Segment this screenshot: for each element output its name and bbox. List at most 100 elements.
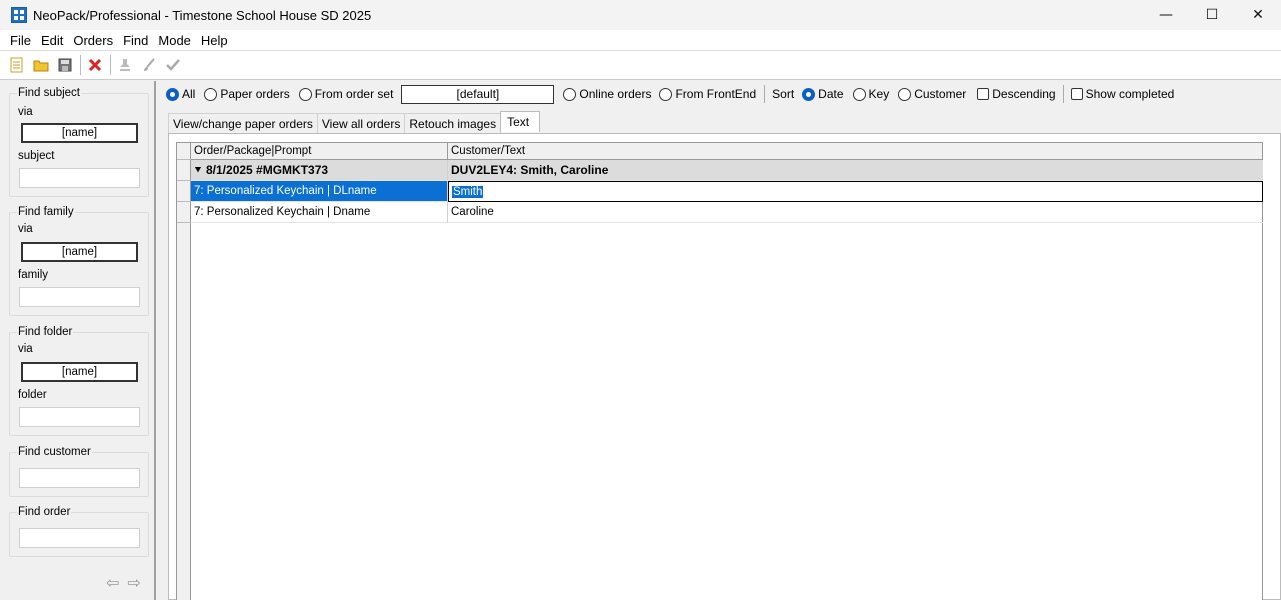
find-folder-field-label: folder bbox=[18, 389, 47, 401]
filter-paper-orders-option[interactable]: Paper orders bbox=[204, 87, 290, 101]
row-prompt[interactable]: 7: Personalized Keychain | DLname bbox=[191, 181, 448, 202]
sort-customer-option[interactable]: Customer bbox=[898, 87, 966, 101]
row-prompt[interactable]: 7: Personalized Keychain | Dname bbox=[191, 202, 448, 223]
sort-customer-label: Customer bbox=[914, 87, 967, 101]
family-input[interactable] bbox=[19, 287, 140, 307]
find-family-field-label: family bbox=[18, 269, 49, 281]
descending-checkbox[interactable] bbox=[977, 88, 990, 100]
filter-paper-orders-label: Paper orders bbox=[220, 87, 290, 101]
find-family-group: Find family via [name] family bbox=[9, 206, 149, 316]
filter-all-option[interactable]: All bbox=[166, 87, 195, 101]
menu-mode[interactable]: Mode bbox=[153, 33, 196, 48]
filter-from-frontend-label: From FrontEnd bbox=[675, 87, 757, 101]
row-text[interactable]: Caroline bbox=[448, 202, 1263, 223]
row-text-selected[interactable]: Smith bbox=[452, 185, 484, 198]
sort-key-option[interactable]: Key bbox=[852, 87, 889, 101]
find-subject-via-button[interactable]: [name] bbox=[21, 123, 138, 143]
checkmark-icon[interactable] bbox=[164, 56, 182, 74]
toolbar-separator bbox=[80, 55, 81, 75]
open-icon[interactable] bbox=[32, 56, 50, 74]
sort-date-label: Date bbox=[818, 87, 844, 101]
sort-date-option[interactable]: Date bbox=[802, 87, 844, 101]
filter-online-orders-radio[interactable] bbox=[563, 87, 577, 101]
sort-label: Sort bbox=[772, 87, 795, 101]
order-group-customer: DUV2LEY4: Smith, Caroline bbox=[448, 160, 1263, 181]
table-row[interactable]: 7: Personalized Keychain | Dname Carolin… bbox=[191, 202, 1263, 223]
toolbar-separator bbox=[110, 55, 111, 75]
find-customer-group: Find customer bbox=[9, 446, 149, 497]
filter-from-frontend-radio[interactable] bbox=[659, 87, 673, 101]
menu-bar: File Edit Orders Find Mode Help bbox=[0, 30, 1281, 50]
filter-from-order-set-option[interactable]: From order set bbox=[298, 87, 394, 101]
filter-online-orders-label: Online orders bbox=[579, 87, 652, 101]
menu-find[interactable]: Find bbox=[118, 33, 153, 48]
new-icon[interactable] bbox=[8, 56, 26, 74]
show-completed-checkbox[interactable] bbox=[1070, 88, 1083, 100]
tab-view-all-orders[interactable]: View all orders bbox=[316, 113, 406, 133]
find-order-group: Find order bbox=[9, 506, 149, 557]
show-completed-option[interactable]: Show completed bbox=[1070, 87, 1174, 101]
maximize-button[interactable]: ☐ bbox=[1189, 0, 1235, 30]
order-set-dropdown[interactable]: [default] bbox=[401, 84, 555, 104]
filter-all-label: All bbox=[182, 87, 196, 101]
row-header-corner bbox=[177, 143, 191, 160]
row-header[interactable] bbox=[177, 181, 191, 202]
table-row[interactable]: 7: Personalized Keychain | DLname Smith bbox=[191, 181, 1263, 202]
column-header-order-package-prompt[interactable]: Order/Package|Prompt bbox=[191, 143, 448, 160]
order-group-cell[interactable]: ⯆ 8/1/2025 #MGMKT373 bbox=[191, 160, 448, 181]
delete-icon[interactable] bbox=[86, 56, 104, 74]
menu-orders[interactable]: Orders bbox=[68, 33, 118, 48]
back-arrow-icon[interactable]: ⇦ bbox=[106, 573, 119, 592]
close-button[interactable]: ✕ bbox=[1235, 0, 1281, 30]
sort-customer-radio[interactable] bbox=[898, 87, 912, 101]
text-tab-panel: Order/Package|Prompt Customer/Text ⯆ 8/1… bbox=[168, 133, 1281, 600]
filter-from-order-set-label: From order set bbox=[314, 87, 394, 101]
sort-key-radio[interactable] bbox=[852, 87, 866, 101]
row-header[interactable] bbox=[177, 202, 191, 223]
menu-edit[interactable]: Edit bbox=[36, 33, 68, 48]
find-subject-via-label: via bbox=[18, 106, 33, 118]
sort-date-radio[interactable] bbox=[802, 87, 816, 101]
filter-from-order-set-radio[interactable] bbox=[298, 87, 312, 101]
row-header-column bbox=[177, 143, 191, 600]
order-group-label: 8/1/2025 #MGMKT373 bbox=[206, 163, 329, 177]
title-bar: NeoPack/Professional - Timestone School … bbox=[0, 0, 1281, 30]
subject-input[interactable] bbox=[19, 168, 140, 188]
filter-all-radio[interactable] bbox=[166, 87, 179, 101]
menu-file[interactable]: File bbox=[5, 33, 36, 48]
find-family-via-button[interactable]: [name] bbox=[21, 242, 138, 262]
tab-view-change-paper-orders[interactable]: View/change paper orders bbox=[168, 113, 318, 133]
column-header-customer-text[interactable]: Customer/Text bbox=[448, 143, 1263, 160]
folder-input[interactable] bbox=[19, 407, 140, 427]
find-folder-via-label: via bbox=[18, 343, 33, 355]
order-input[interactable] bbox=[19, 528, 140, 548]
find-folder-group: Find folder via [name] folder bbox=[9, 326, 149, 436]
find-family-title: Find family bbox=[17, 206, 75, 218]
find-family-via-label: via bbox=[18, 223, 33, 235]
row-header[interactable] bbox=[177, 160, 191, 181]
filter-from-frontend-option[interactable]: From FrontEnd bbox=[659, 87, 756, 101]
find-folder-via-button[interactable]: [name] bbox=[21, 362, 138, 382]
save-icon[interactable] bbox=[56, 56, 74, 74]
find-order-title: Find order bbox=[17, 506, 72, 518]
descending-label: Descending bbox=[992, 87, 1056, 101]
minimize-button[interactable]: — bbox=[1143, 0, 1189, 30]
brush-icon[interactable] bbox=[140, 56, 158, 74]
collapse-arrow-icon[interactable]: ⯆ bbox=[194, 165, 202, 176]
nav-arrows: ⇦ ⇨ bbox=[106, 573, 141, 592]
find-subject-title: Find subject bbox=[17, 87, 82, 99]
customer-input[interactable] bbox=[19, 468, 140, 488]
tab-retouch-images[interactable]: Retouch images bbox=[404, 113, 502, 133]
window-title: NeoPack/Professional - Timestone School … bbox=[33, 7, 372, 23]
forward-arrow-icon[interactable]: ⇨ bbox=[127, 573, 140, 592]
filter-online-orders-option[interactable]: Online orders bbox=[563, 87, 651, 101]
descending-option[interactable]: Descending bbox=[977, 87, 1056, 101]
filter-bar: All Paper orders From order set [default… bbox=[160, 82, 1281, 106]
row-text-edit-field[interactable]: Smith bbox=[448, 181, 1263, 202]
tab-text[interactable]: Text bbox=[500, 111, 541, 132]
stamp-icon[interactable] bbox=[116, 56, 134, 74]
menu-help[interactable]: Help bbox=[196, 33, 233, 48]
order-group-row[interactable]: ⯆ 8/1/2025 #MGMKT373 DUV2LEY4: Smith, Ca… bbox=[191, 160, 1263, 181]
orders-grid: Order/Package|Prompt Customer/Text ⯆ 8/1… bbox=[176, 142, 1263, 600]
filter-paper-orders-radio[interactable] bbox=[204, 87, 218, 101]
